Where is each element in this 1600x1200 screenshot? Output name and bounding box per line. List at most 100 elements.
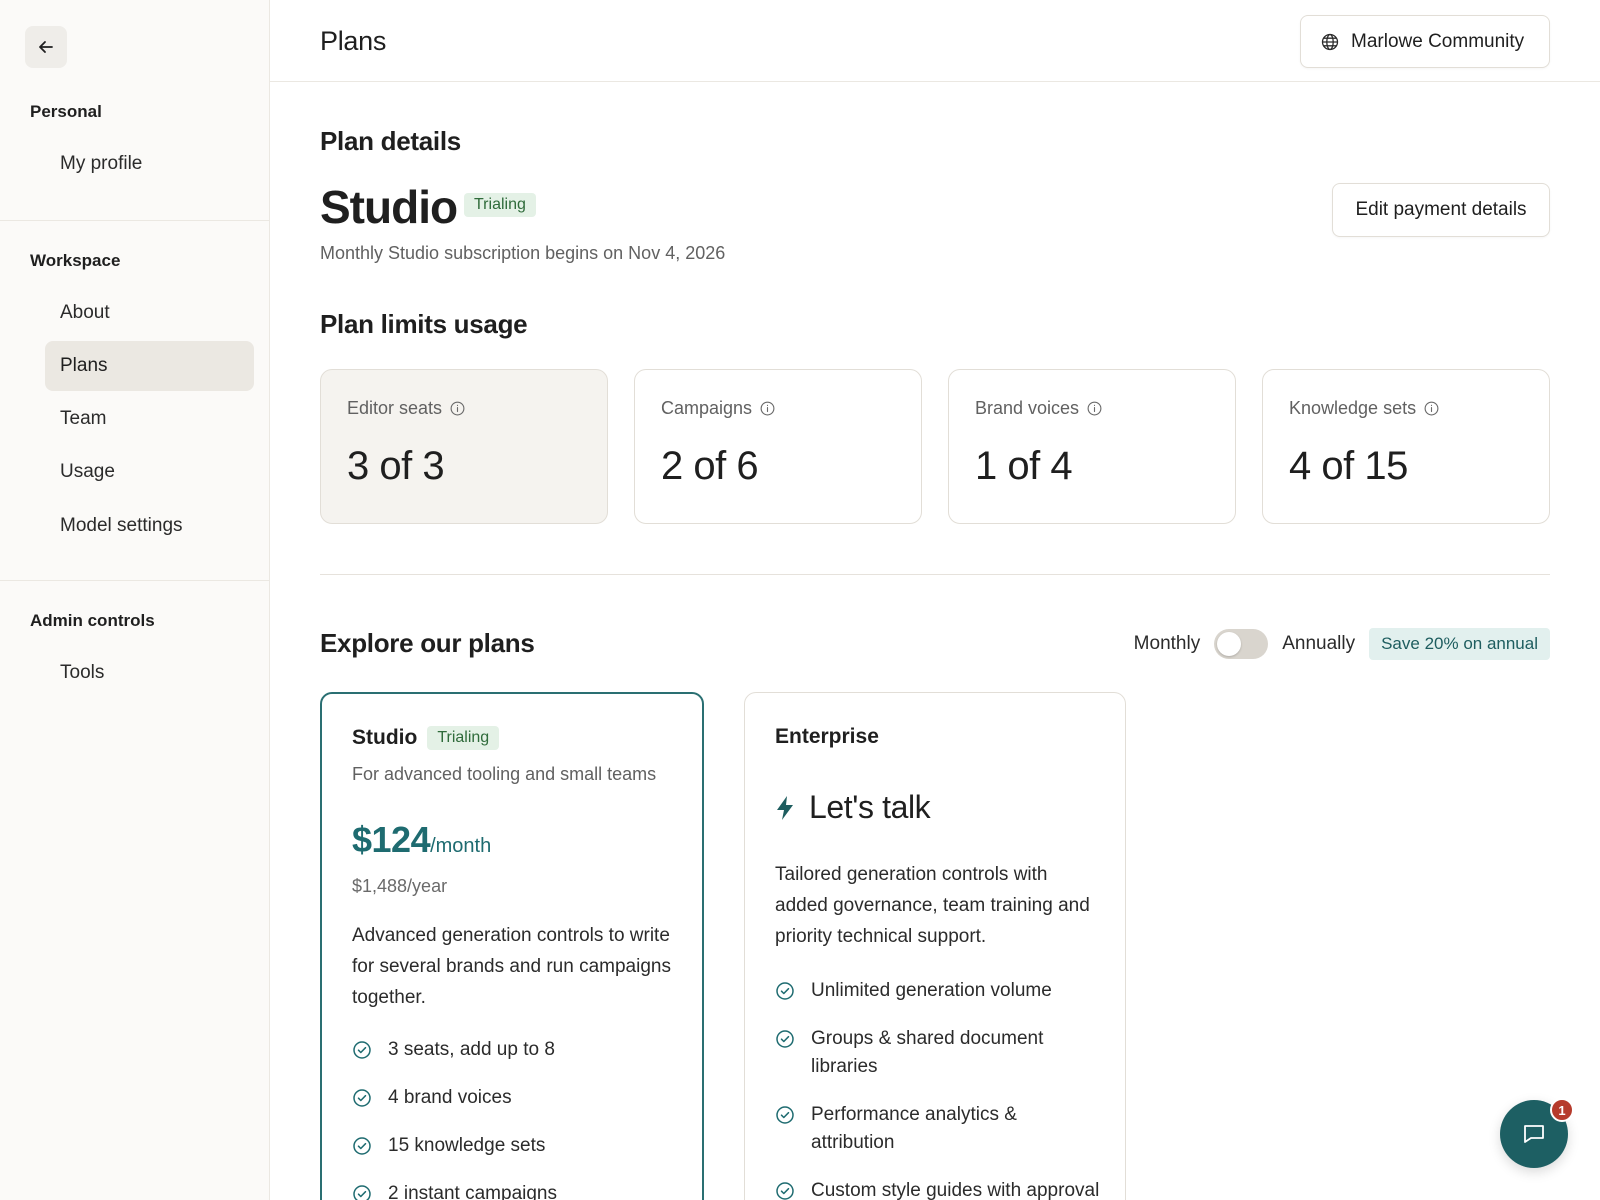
edit-payment-details-button[interactable]: Edit payment details	[1332, 183, 1550, 237]
chat-launcher-button[interactable]: 1	[1500, 1098, 1574, 1168]
plan-card-yearly-price: $1,488/year	[352, 876, 448, 896]
explore-plans-heading: Explore our plans	[320, 628, 535, 658]
plan-status-badge: Trialing	[464, 193, 536, 217]
check-circle-icon	[353, 1137, 371, 1155]
info-icon[interactable]	[760, 401, 775, 416]
plan-card-feature-list: 3 seats, add up to 8 4 brand voices 15 k…	[352, 1036, 682, 1200]
feature-item: Groups & shared document libraries	[775, 1025, 1105, 1081]
limit-value: 1 of 4	[975, 444, 1073, 488]
plan-subtitle: Monthly Studio subscription begins on No…	[320, 243, 726, 263]
sidebar-item-team[interactable]: Team	[45, 394, 254, 444]
plan-card-title: Studio Trialing	[352, 726, 500, 750]
limit-label-text: Campaigns	[661, 398, 753, 418]
feature-item: 2 instant campaigns	[352, 1180, 682, 1200]
price-period: /month	[430, 835, 492, 857]
current-plan-name: Studio	[320, 181, 458, 233]
limit-label: Knowledge sets	[1289, 398, 1439, 419]
feature-text: 2 instant campaigns	[388, 1183, 557, 1200]
check-circle-icon	[776, 982, 794, 1000]
check-circle-icon	[353, 1089, 371, 1107]
plan-card-enterprise: Enterprise Let's talk Tailored generatio…	[744, 692, 1126, 1200]
feature-text: Custom style guides with approval	[811, 1180, 1100, 1200]
sidebar-item-usage[interactable]: Usage	[45, 447, 254, 497]
sidebar-item-about[interactable]: About	[45, 288, 254, 338]
limit-label: Editor seats	[347, 398, 465, 419]
feature-text: Performance analytics & attribution	[811, 1104, 1017, 1153]
feature-text: 3 seats, add up to 8	[388, 1039, 555, 1060]
monthly-label: Monthly	[1133, 633, 1201, 654]
plan-card-tagline: For advanced tooling and small teams	[352, 764, 657, 784]
feature-text: 15 knowledge sets	[388, 1135, 546, 1156]
billing-period-toggle[interactable]	[1214, 629, 1269, 659]
sidebar-divider	[0, 580, 270, 581]
lightning-icon	[777, 795, 793, 820]
globe-icon	[1321, 33, 1339, 50]
feature-item: 3 seats, add up to 8	[352, 1036, 682, 1064]
sidebar-divider	[0, 220, 270, 221]
billing-period-toggle-group: Monthly Annually Save 20% on annual	[1134, 627, 1550, 661]
check-circle-icon	[776, 1106, 794, 1124]
feature-text: Unlimited generation volume	[811, 980, 1052, 1001]
plan-limits-heading: Plan limits usage	[320, 309, 528, 339]
limit-card-campaigns: Campaigns 2 of 6	[634, 369, 922, 524]
plan-card-price: $124 /month	[352, 819, 491, 861]
feature-item: Performance analytics & attribution	[775, 1101, 1105, 1157]
sidebar-item-model-settings[interactable]: Model settings	[45, 501, 254, 551]
limit-label-text: Brand voices	[975, 398, 1080, 418]
limit-label: Brand voices	[975, 398, 1102, 419]
feature-text: Groups & shared document libraries	[811, 1028, 1044, 1077]
limit-value: 2 of 6	[661, 444, 759, 488]
sidebar-item-plans[interactable]: Plans	[45, 341, 254, 391]
workspace-name: Marlowe Community	[1351, 30, 1525, 52]
limit-label-text: Editor seats	[347, 398, 443, 418]
contact-sales-cta: Let's talk	[775, 789, 931, 826]
sidebar-item-tools[interactable]: Tools	[45, 648, 254, 698]
plan-card-studio: Studio Trialing For advanced tooling and…	[320, 692, 704, 1200]
feature-text: 4 brand voices	[388, 1087, 512, 1108]
save-annual-badge: Save 20% on annual	[1369, 628, 1550, 660]
plan-card-feature-list: Unlimited generation volume Groups & sha…	[775, 977, 1105, 1200]
annually-label: Annually	[1282, 633, 1356, 654]
plan-card-title: Enterprise	[775, 725, 879, 749]
check-circle-icon	[353, 1185, 371, 1200]
limit-card-brand-voices: Brand voices 1 of 4	[948, 369, 1236, 524]
section-divider	[320, 574, 1550, 575]
feature-item: 4 brand voices	[352, 1084, 682, 1112]
plan-card-description: Advanced generation controls to write fo…	[352, 925, 671, 1008]
sidebar: Personal My profile Workspace About Plan…	[0, 0, 270, 1200]
feature-item: Unlimited generation volume	[775, 977, 1105, 1005]
limit-card-editor-seats: Editor seats 3 of 3	[320, 369, 608, 524]
contact-sales-text: Let's talk	[809, 789, 931, 825]
sidebar-heading-admin-controls: Admin controls	[30, 611, 155, 630]
plan-card-description: Tailored generation controls with added …	[775, 864, 1090, 947]
chat-bubble-icon	[1524, 1125, 1544, 1143]
limit-card-knowledge-sets: Knowledge sets 4 of 15	[1262, 369, 1550, 524]
feature-item: Custom style guides with approval	[775, 1177, 1105, 1200]
limit-label-text: Knowledge sets	[1289, 398, 1417, 418]
price-amount: $124	[352, 819, 431, 860]
info-icon[interactable]	[450, 401, 465, 416]
limit-label: Campaigns	[661, 398, 775, 419]
sidebar-item-my-profile[interactable]: My profile	[45, 139, 254, 189]
arrow-left-icon	[39, 41, 53, 53]
plan-limits-grid: Editor seats 3 of 3 Campaigns 2 of 6 Bra…	[320, 369, 1550, 524]
info-icon[interactable]	[1087, 401, 1102, 416]
unread-count-badge: 1	[1550, 1098, 1574, 1122]
limit-value: 4 of 15	[1289, 444, 1408, 488]
info-icon[interactable]	[1424, 401, 1439, 416]
plan-card-status-badge: Trialing	[427, 726, 500, 750]
plan-card-name: Studio	[352, 726, 418, 749]
plan-details-heading: Plan details	[320, 126, 461, 156]
back-button[interactable]	[25, 26, 67, 68]
limit-value: 3 of 3	[347, 444, 445, 488]
top-header: Plans Marlowe Community	[270, 0, 1600, 82]
page-title: Plans	[320, 26, 387, 56]
check-circle-icon	[776, 1030, 794, 1048]
sidebar-heading-personal: Personal	[30, 102, 102, 121]
sidebar-heading-workspace: Workspace	[30, 251, 121, 270]
feature-item: 15 knowledge sets	[352, 1132, 682, 1160]
plan-card-name: Enterprise	[775, 725, 879, 748]
workspace-switcher-button[interactable]: Marlowe Community	[1300, 15, 1550, 68]
check-circle-icon	[776, 1182, 794, 1200]
toggle-knob	[1217, 632, 1242, 656]
